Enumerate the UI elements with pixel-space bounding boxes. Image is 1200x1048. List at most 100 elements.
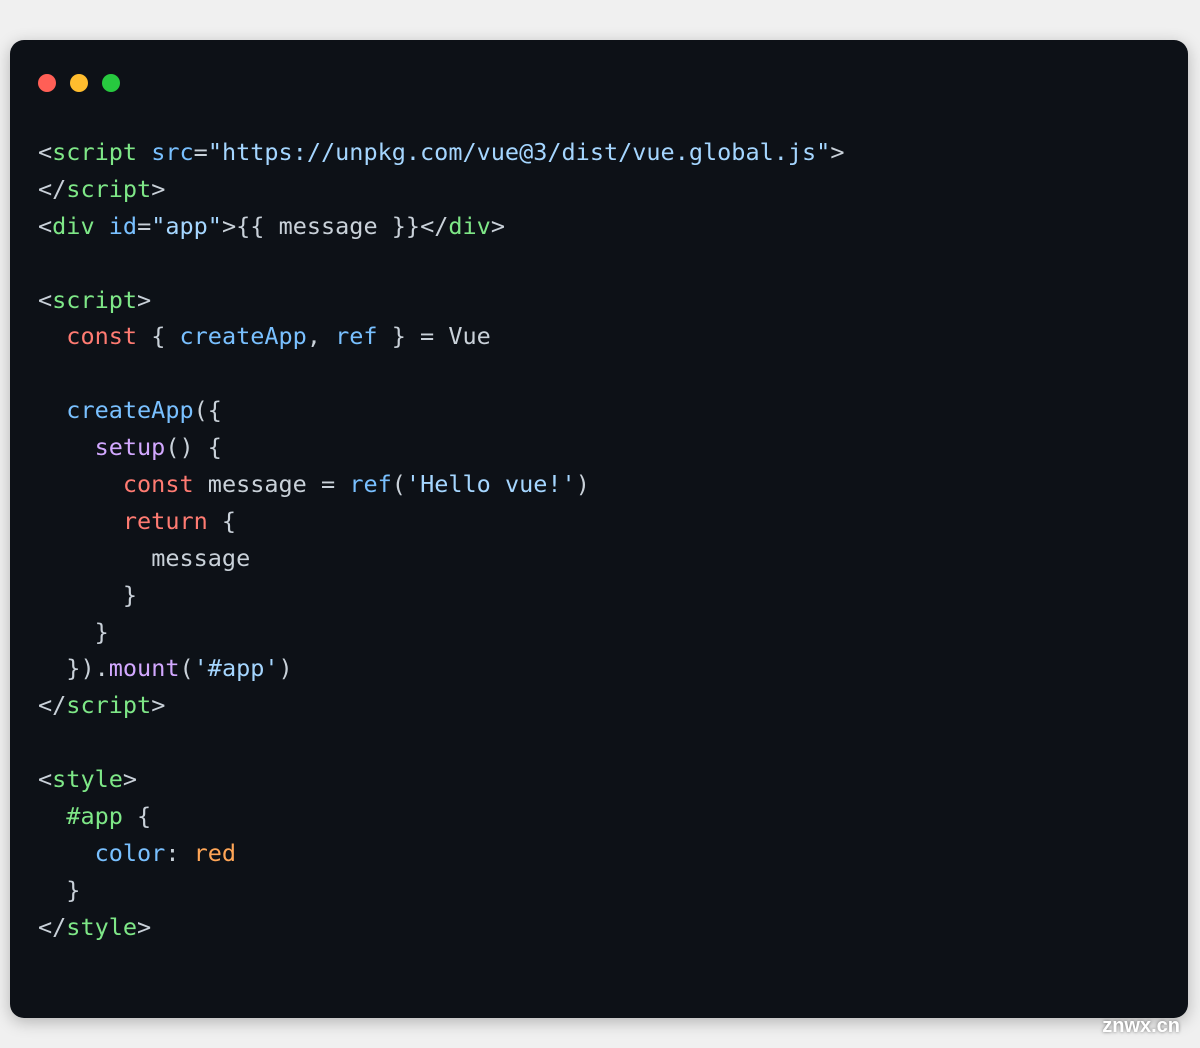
code-line: message (38, 540, 1160, 577)
code-token: mount (109, 654, 180, 682)
code-line: <script> (38, 282, 1160, 319)
code-token (95, 212, 109, 240)
code-token: script (66, 691, 151, 719)
code-token: style (66, 913, 137, 941)
code-token (137, 138, 151, 166)
code-line: createApp({ (38, 392, 1160, 429)
code-token: > (137, 286, 151, 314)
code-token: = (137, 212, 151, 240)
code-line (38, 355, 1160, 392)
code-token: : (165, 839, 193, 867)
code-line: return { (38, 503, 1160, 540)
code-token: = (420, 322, 434, 350)
code-token: }). (38, 654, 109, 682)
code-token: > (151, 175, 165, 203)
code-token: 'Hello vue!' (406, 470, 576, 498)
code-token: script (52, 286, 137, 314)
code-token: setup (95, 433, 166, 461)
code-token: ({ (194, 396, 222, 424)
code-token: > (222, 212, 236, 240)
code-token: message (208, 470, 307, 498)
code-token: < (38, 138, 52, 166)
code-token: message (151, 544, 250, 572)
code-token: { (208, 507, 236, 535)
code-line: #app { (38, 798, 1160, 835)
code-token: { (137, 322, 179, 350)
code-token: < (38, 212, 52, 240)
code-token: "https://unpkg.com/vue@3/dist/vue.global… (208, 138, 831, 166)
code-line: </script> (38, 171, 1160, 208)
code-token: const (66, 322, 137, 350)
code-token: #app (66, 802, 123, 830)
code-token: Vue (434, 322, 491, 350)
code-token: style (52, 765, 123, 793)
code-token: () { (165, 433, 222, 461)
code-token: ( (180, 654, 194, 682)
code-token: red (194, 839, 236, 867)
code-token: id (109, 212, 137, 240)
code-window: <script src="https://unpkg.com/vue@3/dis… (10, 40, 1188, 1018)
code-token: } (38, 618, 109, 646)
code-token: {{ message }} (236, 212, 420, 240)
code-token (38, 322, 66, 350)
minimize-icon[interactable] (70, 74, 88, 92)
code-line: </style> (38, 909, 1160, 946)
code-token: > (830, 138, 844, 166)
code-token: createApp (66, 396, 193, 424)
code-token: createApp (180, 322, 307, 350)
code-token: < (38, 286, 52, 314)
code-line: <div id="app">{{ message }}</div> (38, 208, 1160, 245)
code-token (307, 470, 321, 498)
code-line: }).mount('#app') (38, 650, 1160, 687)
code-token: < (38, 765, 52, 793)
window-controls (38, 74, 1160, 92)
code-line: setup() { (38, 429, 1160, 466)
code-token (38, 433, 95, 461)
code-line: <style> (38, 761, 1160, 798)
code-token: script (52, 138, 137, 166)
code-token: ref (335, 322, 377, 350)
code-token (38, 470, 123, 498)
code-token: </ (38, 691, 66, 719)
code-token: div (448, 212, 490, 240)
code-token: > (123, 765, 137, 793)
code-line: color: red (38, 835, 1160, 872)
code-line: } (38, 614, 1160, 651)
code-token: </ (38, 175, 66, 203)
code-line: const message = ref('Hello vue!') (38, 466, 1160, 503)
code-line: } (38, 872, 1160, 909)
code-token: const (123, 470, 194, 498)
code-token (38, 839, 95, 867)
code-token: ref (349, 470, 391, 498)
code-token: ) (279, 654, 293, 682)
code-token: "app" (151, 212, 222, 240)
code-token (38, 802, 66, 830)
code-line (38, 245, 1160, 282)
code-token (194, 470, 208, 498)
code-token: </ (420, 212, 448, 240)
code-token: script (66, 175, 151, 203)
code-line: } (38, 577, 1160, 614)
code-token: > (137, 913, 151, 941)
code-token (335, 470, 349, 498)
code-content: <script src="https://unpkg.com/vue@3/dis… (38, 134, 1160, 946)
code-line: const { createApp, ref } = Vue (38, 318, 1160, 355)
code-token: </ (38, 913, 66, 941)
code-token: } (378, 322, 420, 350)
maximize-icon[interactable] (102, 74, 120, 92)
code-token (38, 544, 151, 572)
code-token: ) (576, 470, 590, 498)
code-token: > (491, 212, 505, 240)
code-token: , (307, 322, 335, 350)
code-token (38, 507, 123, 535)
code-token: = (321, 470, 335, 498)
close-icon[interactable] (38, 74, 56, 92)
code-token: return (123, 507, 208, 535)
code-token: = (194, 138, 208, 166)
code-token: div (52, 212, 94, 240)
code-token: color (95, 839, 166, 867)
code-token: } (38, 876, 80, 904)
code-token: src (151, 138, 193, 166)
code-token: ( (392, 470, 406, 498)
code-token: > (151, 691, 165, 719)
